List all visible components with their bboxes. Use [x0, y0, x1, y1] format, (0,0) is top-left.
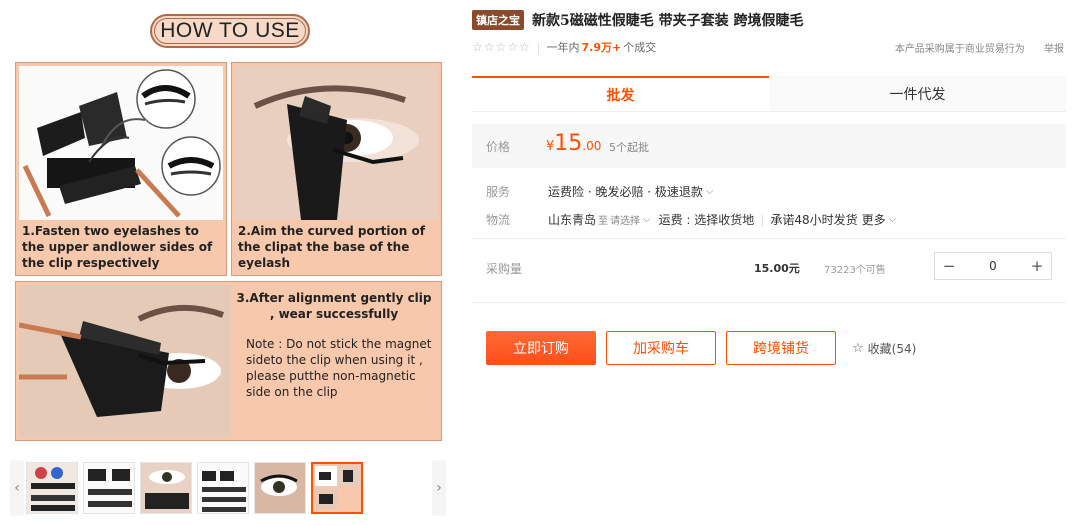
thumbnail-image: [198, 463, 248, 513]
thumbnail-item[interactable]: [26, 462, 78, 514]
star-icon: ☆: [852, 340, 864, 356]
step1-caption: 1.Fasten two eyelashes to the upper andl…: [22, 224, 213, 270]
action-buttons: 立即订购 加采购车 跨境铺货 ☆ 收藏(54): [486, 331, 916, 365]
step2-panel: 2.Aim the curved portion of the clipat t…: [231, 62, 442, 276]
step3-illustration: [19, 285, 231, 437]
add-to-cart-button[interactable]: 加采购车: [606, 331, 716, 365]
step2-caption: 2.Aim the curved portion of the clipat t…: [238, 224, 425, 270]
minus-button[interactable]: −: [935, 253, 963, 279]
price-integer: 15: [554, 131, 583, 156]
thumbnail-image: [84, 463, 134, 513]
service-label: 服务: [486, 185, 511, 199]
tab-dropship[interactable]: 一件代发: [769, 76, 1066, 112]
ship-from: 山东青岛: [548, 213, 597, 227]
thumbnail-item[interactable]: [254, 462, 306, 514]
divider: |: [760, 212, 765, 227]
step1-illustration: [22, 69, 221, 218]
title-row: 镇店之宝 新款5磁磁性假睫毛 带夹子套装 跨境假睫毛: [472, 10, 804, 30]
shop-treasure-badge: 镇店之宝: [472, 10, 524, 30]
stock-available: 73223个可售: [824, 265, 886, 276]
chevron-down-icon[interactable]: ⌵: [889, 214, 897, 225]
thumbnail-strip: ‹ ›: [10, 460, 446, 516]
thumbnail-item[interactable]: [83, 462, 135, 514]
chevron-left-icon[interactable]: ‹: [10, 460, 24, 516]
service-value[interactable]: 运费险 · 晚发必赔 · 极速退款: [548, 183, 703, 200]
price-box: 价格 ¥15.00 5个起批: [472, 124, 1066, 168]
main-product-image: HOW TO USE 1.Fasten two eyelashes to the…: [12, 8, 444, 448]
chevron-right-icon[interactable]: ›: [432, 460, 446, 516]
favorite-label: 收藏(54): [867, 341, 917, 356]
freight-info: 运费 : 选择收货地: [658, 213, 755, 227]
step2-photo: [235, 66, 438, 220]
thumbnail-image: [255, 463, 305, 513]
step3-photo: [19, 285, 231, 437]
step1-panel: 1.Fasten two eyelashes to the upper andl…: [15, 62, 227, 276]
price-value: ¥15.00: [546, 131, 601, 156]
ship-to-prefix: 至: [598, 216, 609, 227]
price-label: 价格: [486, 140, 511, 154]
section-divider: [472, 302, 1066, 303]
cross-border-distribute-button[interactable]: 跨境铺货: [726, 331, 836, 365]
purchase-mode-tabs: 批发 一件代发: [472, 76, 1066, 112]
chevron-down-icon[interactable]: ⌵: [643, 214, 651, 225]
more-link[interactable]: 更多: [862, 211, 886, 228]
thumbnail-image: [141, 463, 191, 513]
price-decimal: .00: [582, 139, 602, 153]
favorite-button[interactable]: ☆ 收藏(54): [852, 340, 916, 357]
quantity-stepper: − 0 +: [934, 252, 1052, 280]
how-to-use-banner: HOW TO USE: [150, 14, 310, 48]
ship-to-select[interactable]: 请选择: [610, 212, 640, 227]
divider: |: [536, 40, 541, 54]
logistics-row: 物流 山东青岛 至 请选择 ⌵ 运费 : 选择收货地 | 承诺48小时发货 更多…: [472, 211, 904, 228]
min-order-quantity: 5个起批: [609, 141, 649, 154]
step1-photo: [19, 66, 223, 220]
thumbnail-item[interactable]: [140, 462, 192, 514]
product-title: 新款5磁磁性假睫毛 带夹子套装 跨境假睫毛: [532, 13, 804, 29]
ship-promise: 承诺48小时发货: [770, 213, 858, 227]
sales-count: 7.9万+: [581, 41, 622, 54]
plus-button[interactable]: +: [1023, 253, 1051, 279]
step2-illustration: [235, 66, 438, 220]
thumbnail-image: [313, 464, 361, 512]
thumbnail-image: [27, 463, 77, 513]
service-row: 服务 运费险 · 晚发必赔 · 极速退款 ⌵: [472, 183, 721, 200]
rating-sales-row: ☆☆☆☆☆ | 一年内 7.9万+ 个成交 本产品采购属于商业贸易行为 举报: [472, 38, 1072, 56]
sales-suffix: 个成交: [623, 41, 657, 54]
sales-prefix: 一年内: [546, 41, 580, 54]
quantity-input[interactable]: 0: [963, 253, 1023, 279]
quantity-row: 采购量 15.00元 73223个可售 − 0 +: [472, 252, 1066, 282]
chevron-down-icon[interactable]: ⌵: [706, 186, 714, 197]
report-link[interactable]: 举报: [1044, 44, 1064, 55]
thumbnail-item[interactable]: [197, 462, 249, 514]
quantity-label: 采购量: [486, 262, 523, 276]
section-divider: [472, 238, 1066, 239]
order-now-button[interactable]: 立即订购: [486, 331, 596, 365]
how-to-use-text: HOW TO USE: [160, 19, 300, 42]
step3-note: Note : Do not stick the magnet sideto th…: [246, 337, 432, 399]
step3-caption: 3.After alignment gently clip , wear suc…: [236, 291, 432, 321]
step3-panel: 3.After alignment gently clip , wear suc…: [15, 281, 442, 441]
trade-notice: 本产品采购属于商业贸易行为: [894, 44, 1025, 55]
thumbnail-item-active[interactable]: [311, 462, 363, 514]
tab-wholesale[interactable]: 批发: [472, 76, 769, 112]
step3-text: 3.After alignment gently clip , wear suc…: [234, 290, 434, 400]
unit-price: 15.00元: [754, 262, 800, 275]
logistics-label: 物流: [486, 213, 511, 227]
star-outline-icon[interactable]: ☆☆☆☆☆: [472, 40, 531, 54]
thumbnail-list: [26, 462, 363, 514]
notice-area: 本产品采购属于商业贸易行为 举报: [879, 40, 1064, 55]
